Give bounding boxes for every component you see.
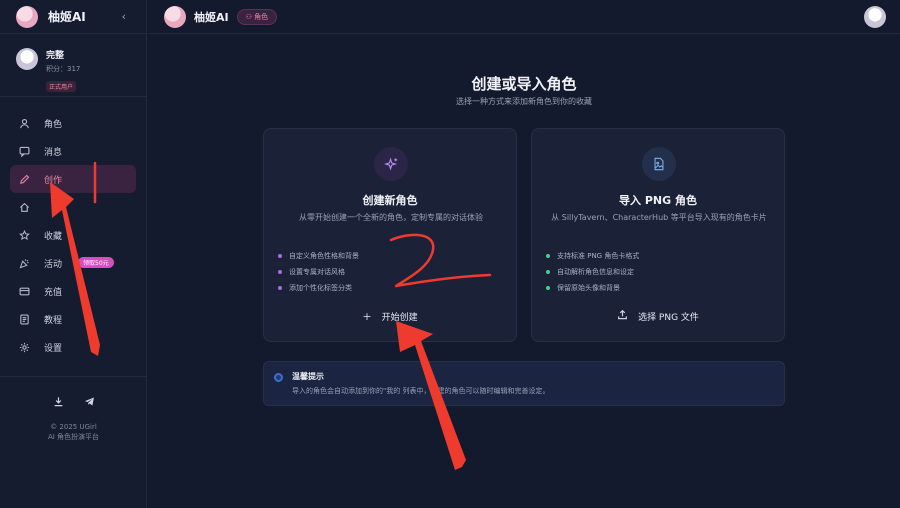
sidebar-item-favorites[interactable]: 收藏 xyxy=(10,221,136,249)
sidebar-item-tutorial[interactable]: 教程 xyxy=(10,305,136,333)
select-png-button[interactable]: 选择 PNG 文件 xyxy=(532,307,784,325)
person-icon: ⚇ xyxy=(245,12,252,21)
user-profile[interactable]: 完整 积分：317 正式用户 xyxy=(0,34,146,97)
person-icon xyxy=(18,117,30,129)
bullet-dot xyxy=(546,254,550,258)
user-avatar-button[interactable] xyxy=(864,6,886,28)
tip-title: 温馨提示 xyxy=(292,372,324,381)
sidebar-item-label: 教程 xyxy=(44,315,63,326)
image-file-icon xyxy=(642,147,676,181)
sidebar-item-recharge[interactable]: 充值 xyxy=(10,277,136,305)
card-description: 从 SillyTavern、CharacterHub 等平台导入现有的角色卡片 xyxy=(551,213,767,222)
sidebar-item-messages[interactable]: 消息 xyxy=(10,137,136,165)
user-info: 完整 积分：317 正式用户 xyxy=(46,48,80,96)
logo-icon xyxy=(164,5,186,28)
user-name: 完整 xyxy=(46,51,65,61)
list-item-text: 自动解析角色信息和设定 xyxy=(557,268,634,276)
button-label: 开始创建 xyxy=(381,312,418,323)
page-title: 创建或导入角色 xyxy=(471,75,577,93)
list-item-text: 支持标准 PNG 角色卡格式 xyxy=(557,252,640,260)
start-create-button[interactable]: + 开始创建 xyxy=(264,307,516,325)
tip-box: 温馨提示 导入的角色会自动添加到你的"我的 列表中，创建的角色可以随时编辑和完善… xyxy=(263,361,785,406)
card-title: 创建新角色 xyxy=(362,194,418,207)
bullet-dot xyxy=(278,270,282,274)
role-pill-label: 角色 xyxy=(254,12,269,21)
plus-icon: + xyxy=(362,309,372,323)
list-item-text: 设置专属对话风格 xyxy=(289,268,345,276)
bullet-dot xyxy=(546,286,550,290)
user-badge: 正式用户 xyxy=(46,81,77,92)
sidebar-item-characters[interactable]: 角色 xyxy=(10,109,136,137)
sidebar-item-label: 创作 xyxy=(44,175,63,186)
sidebar-nav: 角色 消息 创作 收藏 活动 领取50元 充值 教程 设置 xyxy=(0,97,146,361)
import-png-card[interactable]: 导入 PNG 角色 从 SillyTavern、CharacterHub 等平台… xyxy=(531,128,785,342)
copyright: © 2025 UGirl AI 角色扮演平台 xyxy=(0,422,147,442)
list-item: 自定义角色性格和背景 xyxy=(278,248,359,264)
pencil-icon xyxy=(18,173,30,185)
footer-icons xyxy=(0,396,147,410)
tagline: AI 角色扮演平台 xyxy=(47,433,100,441)
top-header: 柚姬AI ⚇ 角色 xyxy=(148,0,900,34)
upload-icon xyxy=(617,309,628,323)
sidebar-item-events[interactable]: 活动 领取50元 xyxy=(10,249,136,277)
brand-name: 柚姬AI xyxy=(48,10,86,24)
sidebar-footer: © 2025 UGirl AI 角色扮演平台 xyxy=(0,376,147,508)
telegram-icon[interactable] xyxy=(84,396,95,410)
page-subtitle: 选择一种方式来添加新角色到你的收藏 xyxy=(456,97,592,106)
sidebar-item-label: 消息 xyxy=(44,147,63,158)
info-icon xyxy=(274,373,283,382)
sidebar-item-label: 设置 xyxy=(44,343,63,354)
list-item-text: 保留原始头像和背景 xyxy=(557,284,620,292)
home-icon xyxy=(18,201,30,213)
card-description: 从零开始创建一个全新的角色，定制专属的对话体验 xyxy=(299,213,483,222)
feature-list: 支持标准 PNG 角色卡格式 自动解析角色信息和设定 保留原始头像和背景 xyxy=(546,248,639,296)
user-points: 积分：317 xyxy=(46,65,81,73)
sidebar-item-home[interactable] xyxy=(10,193,136,221)
list-item-text: 自定义角色性格和背景 xyxy=(289,252,359,260)
party-icon xyxy=(18,257,30,269)
tip-text: 导入的角色会自动添加到你的"我的 列表中，创建的角色可以随时编辑和完善设定。 xyxy=(292,387,550,395)
avatar xyxy=(16,48,38,70)
list-item: 支持标准 PNG 角色卡格式 xyxy=(546,248,639,264)
sidebar-brand: 柚姬AI ‹ xyxy=(0,0,146,34)
list-item: 设置专属对话风格 xyxy=(278,264,359,280)
sidebar-item-label: 收藏 xyxy=(44,231,63,242)
list-item: 添加个性化标签分类 xyxy=(278,280,359,296)
bullet-dot xyxy=(546,270,550,274)
chevron-left-icon[interactable]: ‹ xyxy=(122,10,126,23)
sidebar-item-create[interactable]: 创作 xyxy=(10,165,136,193)
chat-icon xyxy=(18,145,30,157)
header-title: 柚姬AI xyxy=(194,10,229,24)
bullet-dot xyxy=(278,286,282,290)
star-icon xyxy=(18,229,30,241)
sidebar-item-label: 充值 xyxy=(44,287,63,298)
list-item: 自动解析角色信息和设定 xyxy=(546,264,639,280)
list-item: 保留原始头像和背景 xyxy=(546,280,639,296)
card-title: 导入 PNG 角色 xyxy=(619,194,697,207)
button-label: 选择 PNG 文件 xyxy=(638,312,699,323)
gear-icon xyxy=(18,341,30,353)
create-character-card[interactable]: 创建新角色 从零开始创建一个全新的角色，定制专属的对话体验 自定义角色性格和背景… xyxy=(263,128,517,342)
events-badge: 领取50元 xyxy=(78,257,114,268)
sidebar-item-label: 活动 xyxy=(44,259,63,270)
list-item-text: 添加个性化标签分类 xyxy=(289,284,352,292)
role-pill[interactable]: ⚇ 角色 xyxy=(236,8,278,25)
book-icon xyxy=(18,313,30,325)
sparkle-icon xyxy=(374,147,408,181)
card-icon xyxy=(18,285,30,297)
bullet-dot xyxy=(278,254,282,258)
sidebar-item-label: 角色 xyxy=(44,119,63,130)
logo-icon xyxy=(16,5,38,28)
copyright-text: © 2025 UGirl xyxy=(50,423,97,431)
sidebar: 柚姬AI ‹ 完整 积分：317 正式用户 角色 消息 创作 收藏 活动 领取5… xyxy=(0,0,147,508)
feature-list: 自定义角色性格和背景 设置专属对话风格 添加个性化标签分类 xyxy=(278,248,359,296)
sidebar-item-settings[interactable]: 设置 xyxy=(10,333,136,361)
download-icon[interactable] xyxy=(53,396,64,410)
